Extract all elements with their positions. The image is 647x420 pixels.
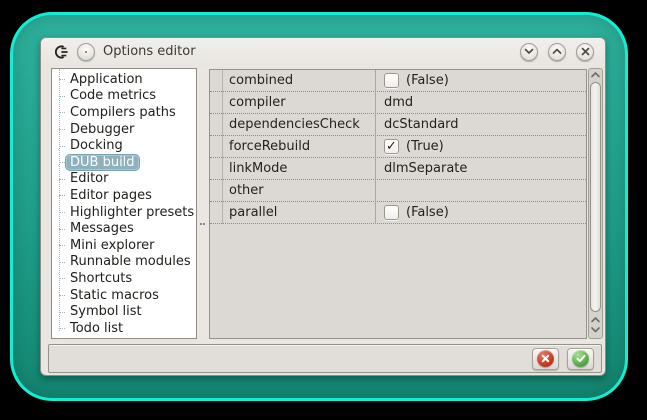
sidebar-item-compilers-paths[interactable]: Compilers paths <box>52 104 196 121</box>
sidebar-item-label: Code metrics <box>70 88 157 104</box>
chevron-up-icon <box>552 48 562 54</box>
property-row-dependenciescheck[interactable]: dependenciesCheck dcStandard <box>210 114 586 136</box>
value-text: dcStandard <box>384 117 459 132</box>
close-icon <box>581 47 589 56</box>
cancel-icon <box>537 350 554 367</box>
sidebar-item-label: Editor pages <box>70 187 152 203</box>
property-name: other <box>229 183 264 198</box>
property-grid-gutter <box>210 70 223 224</box>
sidebar-item-symbol-list[interactable]: Symbol list <box>52 303 196 320</box>
property-name: parallel <box>229 205 278 220</box>
chevron-down-icon <box>524 48 534 54</box>
property-row-forcerebuild[interactable]: forceRebuild ✓ (True) <box>210 136 586 158</box>
scroll-down-icon[interactable] <box>591 327 600 333</box>
sidebar-item-code-metrics[interactable]: Code metrics <box>52 88 196 105</box>
sidebar-item-label: Symbol list <box>70 304 142 320</box>
property-value: dcStandard <box>375 117 459 132</box>
sidebar-item-editor-pages[interactable]: Editor pages <box>52 187 196 204</box>
property-name: linkMode <box>229 161 288 176</box>
sidebar-item-label: Docking <box>70 138 123 154</box>
sidebar-item-dub-build[interactable]: DUB build <box>52 154 196 171</box>
bool-state-label: (False) <box>406 205 449 220</box>
property-name: compiler <box>229 95 286 110</box>
bool-state-label: (False) <box>406 73 449 88</box>
property-row-parallel[interactable]: parallel (False) <box>210 202 586 224</box>
sidebar-item-label: Todo list <box>70 320 124 336</box>
category-list[interactable]: Application Code metrics Compilers paths De… <box>51 68 197 339</box>
scrollbar-thumb[interactable] <box>590 82 601 312</box>
sidebar-item-label: Debugger <box>70 121 135 137</box>
sidebar-item-static-macros[interactable]: Static macros <box>52 287 196 304</box>
sidebar-item-shortcuts[interactable]: Shortcuts <box>52 270 196 287</box>
property-rows: combined (False) compiler dmd dependenciesCh… <box>210 70 586 224</box>
sidebar-item-label: Compilers paths <box>70 104 176 120</box>
property-value: ✓ (True) <box>375 139 444 154</box>
property-name: combined <box>229 73 294 88</box>
sidebar-item-editor[interactable]: Editor <box>52 171 196 188</box>
sidebar-item-mini-explorer[interactable]: Mini explorer <box>52 237 196 254</box>
sidebar-item-messages[interactable]: Messages <box>52 220 196 237</box>
value-text: dmd <box>384 95 414 110</box>
property-name: dependenciesCheck <box>229 117 360 132</box>
options-editor-window: Options editor Application Code metrics Co… <box>40 37 606 376</box>
sidebar-item-label: Mini explorer <box>70 237 155 253</box>
bool-state-label: (True) <box>406 139 444 154</box>
sidebar-item-runnable-modules[interactable]: Runnable modules <box>52 254 196 271</box>
sidebar-item-label: DUB build <box>66 154 139 170</box>
accept-icon <box>572 350 589 367</box>
property-value: dlmSeparate <box>375 161 467 176</box>
close-button[interactable] <box>576 42 594 61</box>
checkbox[interactable] <box>384 205 399 220</box>
property-row-combined[interactable]: combined (False) <box>210 70 586 92</box>
sidebar-item-label: Application <box>70 71 143 87</box>
property-value: dmd <box>375 95 413 110</box>
sidebar-item-label: Highlighter presets <box>70 204 195 220</box>
accept-button[interactable] <box>567 347 594 370</box>
window-menu-icon[interactable] <box>77 42 95 61</box>
property-grid[interactable]: combined (False) compiler dmd dependenciesCh… <box>209 69 587 339</box>
sidebar-item-application[interactable]: Application <box>52 71 196 88</box>
coedit-logo-icon <box>52 43 69 60</box>
sidebar-item-label: Editor <box>70 171 109 187</box>
check-icon: ✓ <box>386 138 397 154</box>
sidebar-item-highlighter-presets[interactable]: Highlighter presets <box>52 204 196 221</box>
splitter-handle[interactable] <box>198 68 207 339</box>
titlebar[interactable]: Options editor <box>41 38 605 65</box>
sidebar-item-todo-list[interactable]: Todo list <box>52 320 196 337</box>
window-title: Options editor <box>103 44 196 59</box>
sidebar-item-label: Static macros <box>70 287 159 303</box>
sidebar-item-label: Messages <box>70 221 134 237</box>
scroll-up-icon[interactable] <box>591 72 600 78</box>
property-name: forceRebuild <box>229 139 311 154</box>
value-text: dlmSeparate <box>384 161 468 176</box>
property-row-other[interactable]: other <box>210 180 586 202</box>
cancel-button[interactable] <box>532 347 559 370</box>
sidebar-item-docking[interactable]: Docking <box>52 137 196 154</box>
property-value: (False) <box>375 205 449 220</box>
maximize-button[interactable] <box>548 42 566 61</box>
footer-bar <box>48 344 602 373</box>
property-row-linkmode[interactable]: linkMode dlmSeparate <box>210 158 586 180</box>
vertical-scrollbar[interactable] <box>588 68 603 339</box>
checkbox[interactable]: ✓ <box>384 139 399 154</box>
shade-button[interactable] <box>520 42 538 61</box>
sidebar-item-label: Runnable modules <box>70 254 191 270</box>
category-tree: Application Code metrics Compilers paths De… <box>52 69 196 337</box>
property-row-compiler[interactable]: compiler dmd <box>210 92 586 114</box>
sidebar-item-debugger[interactable]: Debugger <box>52 121 196 138</box>
sidebar-item-label: Shortcuts <box>70 270 133 286</box>
checkbox[interactable] <box>384 73 399 88</box>
window-buttons <box>520 42 594 61</box>
scroll-up-icon[interactable] <box>591 317 600 323</box>
column-divider[interactable] <box>375 70 376 224</box>
property-value: (False) <box>375 73 449 88</box>
